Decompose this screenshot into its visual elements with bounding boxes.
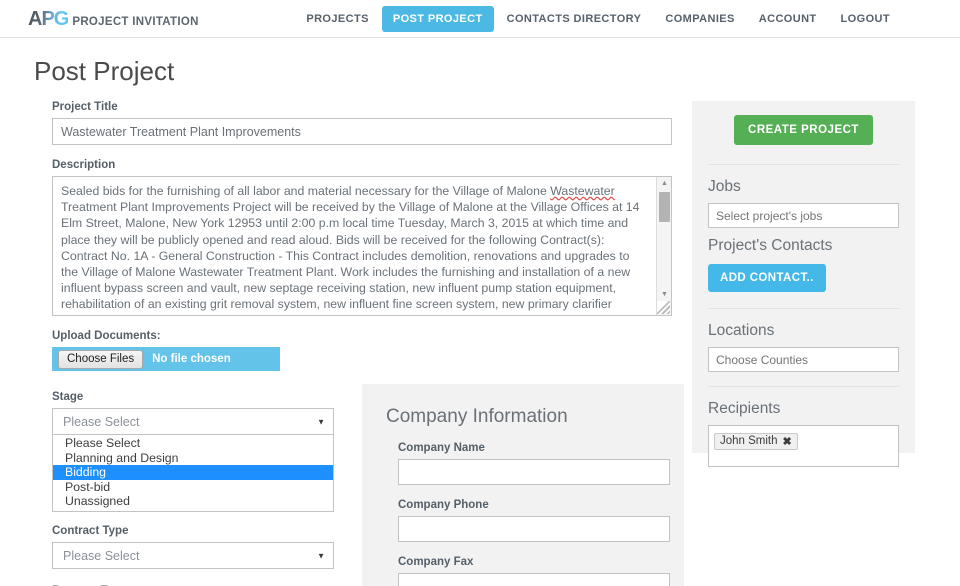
recipient-name: John Smith <box>720 435 778 447</box>
nav-item-account[interactable]: ACCOUNT <box>748 6 828 32</box>
nav-item-companies[interactable]: COMPANIES <box>654 6 745 32</box>
stage-option-planning-and-design[interactable]: Planning and Design <box>53 451 333 466</box>
company-phone-input[interactable] <box>398 516 670 542</box>
company-phone-label: Company Phone <box>398 499 489 511</box>
nav-item-projects[interactable]: PROJECTS <box>295 6 380 32</box>
contract-type-selected-value: Please Select <box>63 548 140 563</box>
misspelled-word: Wastewater <box>550 184 615 198</box>
project-title-label: Project Title <box>52 101 118 113</box>
create-project-button[interactable]: CREATE PROJECT <box>734 115 873 145</box>
stage-option-please-select[interactable]: Please Select <box>53 436 333 451</box>
description-text: Sealed bids for the furnishing of all la… <box>53 177 655 315</box>
nav-item-logout[interactable]: LOGOUT <box>830 6 901 32</box>
company-fax-label: Company Fax <box>398 556 474 568</box>
textarea-resize-handle[interactable] <box>657 301 670 314</box>
upload-documents-label: Upload Documents: <box>52 330 161 342</box>
description-scrollbar[interactable]: ▲ ▼ <box>656 177 671 315</box>
description-label: Description <box>52 159 116 171</box>
company-name-label: Company Name <box>398 442 485 454</box>
stage-options-dropdown[interactable]: Please Select Planning and Design Biddin… <box>52 435 334 512</box>
top-navigation-bar: APG PROJECT INVITATION PROJECTS POST PRO… <box>0 0 960 38</box>
apg-logo-icon: APG <box>28 7 69 30</box>
scroll-up-icon[interactable]: ▲ <box>657 177 671 190</box>
company-information-title: Company Information <box>386 406 568 427</box>
no-file-chosen-text: No file chosen <box>152 353 231 365</box>
project-contacts-heading: Project's Contacts <box>708 237 833 254</box>
chevron-down-icon: ▼ <box>317 417 325 426</box>
recipient-chip[interactable]: John Smith ✖ <box>714 432 798 450</box>
sidebar-divider <box>708 308 899 309</box>
remove-recipient-icon[interactable]: ✖ <box>783 435 792 448</box>
stage-select[interactable]: Please Select ▼ <box>52 408 334 435</box>
nav-links: PROJECTS POST PROJECT CONTACTS DIRECTORY… <box>294 0 902 38</box>
project-title-input[interactable] <box>52 118 672 145</box>
sidebar-divider <box>708 386 899 387</box>
choose-files-button[interactable]: Choose Files <box>58 349 144 369</box>
description-text-pre: Sealed bids for the furnishing of all la… <box>61 184 551 198</box>
recipients-heading: Recipients <box>708 400 781 417</box>
recipients-field[interactable]: John Smith ✖ <box>708 425 899 467</box>
stage-option-unassigned[interactable]: Unassigned <box>53 494 333 509</box>
company-fax-input[interactable] <box>398 573 670 586</box>
jobs-heading: Jobs <box>708 178 741 195</box>
brand-logo[interactable]: APG PROJECT INVITATION <box>28 9 199 29</box>
main-content: Project Title Description Sealed bids fo… <box>0 101 960 586</box>
company-name-input[interactable] <box>398 459 670 485</box>
brand-title: PROJECT INVITATION <box>72 15 199 28</box>
locations-heading: Locations <box>708 322 775 339</box>
stage-option-bidding[interactable]: Bidding <box>53 465 333 480</box>
nav-item-post-project[interactable]: POST PROJECT <box>381 6 494 32</box>
file-upload-control[interactable]: Choose Files No file chosen <box>52 347 280 371</box>
contract-type-select[interactable]: Please Select ▼ <box>52 542 334 569</box>
company-information-panel: Company Information Company Name Company… <box>362 384 684 586</box>
locations-input[interactable] <box>708 347 899 372</box>
scroll-down-icon[interactable]: ▼ <box>657 288 671 301</box>
stage-selected-value: Please Select <box>63 414 140 429</box>
nav-item-contacts-directory[interactable]: CONTACTS DIRECTORY <box>496 6 653 32</box>
scrollbar-thumb[interactable] <box>659 192 670 222</box>
description-textarea[interactable]: Sealed bids for the furnishing of all la… <box>52 176 672 316</box>
chevron-down-icon: ▼ <box>317 551 325 560</box>
sidebar-divider <box>708 164 899 165</box>
jobs-input[interactable] <box>708 203 899 228</box>
right-sidebar: CREATE PROJECT Jobs Project's Contacts A… <box>692 101 915 467</box>
description-text-post: Treatment Plant Improvements Project wil… <box>61 200 640 315</box>
add-contact-button[interactable]: ADD CONTACT.. <box>708 264 826 292</box>
page-title: Post Project <box>34 56 175 86</box>
stage-option-post-bid[interactable]: Post-bid <box>53 480 333 495</box>
